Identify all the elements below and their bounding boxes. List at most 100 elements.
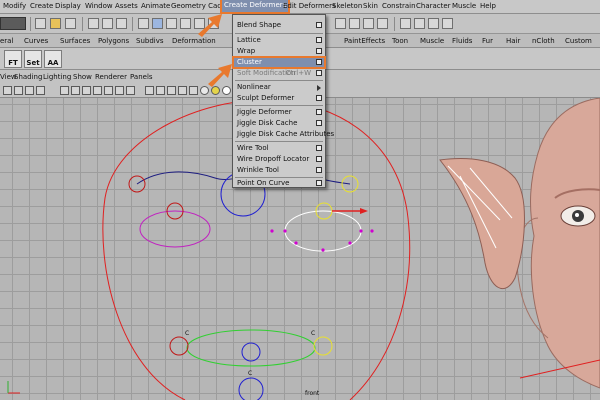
option-box-icon[interactable] xyxy=(316,37,322,43)
menu-item-blend-shape[interactable]: Blend Shape xyxy=(233,20,325,31)
menu-character[interactable]: Character xyxy=(416,2,451,10)
tab-polygons[interactable]: Polygons xyxy=(98,37,129,45)
select-by-curve-icon[interactable] xyxy=(166,18,177,29)
tab-custom[interactable]: Custom xyxy=(565,37,592,45)
camera-grid-icon[interactable] xyxy=(36,86,45,95)
save-scene-icon[interactable] xyxy=(65,18,76,29)
tab-deformation[interactable]: Deformation xyxy=(172,37,216,45)
select-component-icon[interactable] xyxy=(116,18,127,29)
menu-skeleton[interactable]: Skeleton xyxy=(332,2,362,10)
image-plane-icon[interactable] xyxy=(25,86,34,95)
option-box-icon[interactable] xyxy=(316,59,322,65)
history-icon[interactable] xyxy=(400,18,411,29)
tab-muscle[interactable]: Muscle xyxy=(420,37,444,45)
ipr-render-icon[interactable] xyxy=(428,18,439,29)
panel-menu-panels[interactable]: Panels xyxy=(130,73,153,81)
menu-constrain[interactable]: Constrain xyxy=(382,2,416,10)
option-box-icon[interactable] xyxy=(316,180,322,186)
menu-item-sculpt-deformer[interactable]: Sculpt Deformer xyxy=(233,93,325,104)
menu-item-nonlinear[interactable]: Nonlinear xyxy=(233,82,325,93)
eye-cvs xyxy=(270,229,374,252)
tab-surfaces[interactable]: Surfaces xyxy=(60,37,90,45)
tab-curves[interactable]: Curves xyxy=(24,37,48,45)
menu-item-wire-tool[interactable]: Wire Tool xyxy=(233,143,325,154)
menu-edit-deformers[interactable]: Edit Deformers xyxy=(283,2,336,10)
option-box-icon[interactable] xyxy=(316,22,322,28)
option-box-icon[interactable] xyxy=(316,109,322,115)
smooth-shade-icon[interactable] xyxy=(71,86,80,95)
menu-item-jiggle-disk-cache[interactable]: Jiggle Disk Cache xyxy=(233,118,325,129)
open-scene-icon[interactable] xyxy=(50,18,61,29)
textured-icon[interactable] xyxy=(93,86,102,95)
menu-item-point-on-curve[interactable]: Point On Curve xyxy=(233,178,325,189)
shelf-button-ft[interactable]: FT xyxy=(4,50,22,68)
toolbar-divider xyxy=(132,17,133,31)
tab-hair[interactable]: Hair xyxy=(506,37,520,45)
option-box-icon[interactable] xyxy=(316,70,322,76)
film-gate-icon[interactable] xyxy=(178,86,187,95)
use-lights-icon[interactable] xyxy=(104,86,113,95)
snap-to-grid-icon[interactable] xyxy=(335,18,346,29)
shelf-button-aa[interactable]: AA xyxy=(44,50,62,68)
menu-animate[interactable]: Animate xyxy=(141,2,170,10)
select-object-icon[interactable] xyxy=(102,18,113,29)
select-by-surface-icon[interactable] xyxy=(180,18,191,29)
select-by-handle-icon[interactable] xyxy=(138,18,149,29)
tab-subdivs[interactable]: Subdivs xyxy=(136,37,164,45)
menu-item-label: Wrap xyxy=(237,47,256,55)
panel-menu-show[interactable]: Show xyxy=(73,73,92,81)
snap-to-view-plane-icon[interactable] xyxy=(377,18,388,29)
panel-menu-renderer[interactable]: Renderer xyxy=(95,73,127,81)
render-settings-icon[interactable] xyxy=(442,18,453,29)
menu-assets[interactable]: Assets xyxy=(115,2,138,10)
wireframe-on-shaded-icon[interactable] xyxy=(82,86,91,95)
tab-general[interactable]: eral xyxy=(0,37,13,45)
xray-icon[interactable] xyxy=(126,86,135,95)
menu-display[interactable]: Display xyxy=(55,2,81,10)
grid-toggle-icon[interactable] xyxy=(156,86,165,95)
option-box-icon[interactable] xyxy=(316,48,322,54)
menu-item-jiggle-deformer[interactable]: Jiggle Deformer xyxy=(233,107,325,118)
menu-item-lattice[interactable]: Lattice xyxy=(233,35,325,46)
panel-menu-lighting[interactable]: Lighting xyxy=(43,73,71,81)
menu-create-deformers[interactable]: Create Deformers xyxy=(219,0,291,14)
menu-item-cluster[interactable]: Cluster xyxy=(232,56,326,69)
menu-muscle[interactable]: Muscle xyxy=(452,2,476,10)
resolution-gate-icon[interactable] xyxy=(167,86,176,95)
menu-item-wire-dropoff-locator[interactable]: Wire Dropoff Locator xyxy=(233,154,325,165)
menu-item-wrap[interactable]: Wrap xyxy=(233,46,325,57)
menu-set-dropdown[interactable] xyxy=(0,17,26,30)
camera-bookmark-icon[interactable] xyxy=(14,86,23,95)
tab-ncloth[interactable]: nCloth xyxy=(532,37,555,45)
render-icon[interactable] xyxy=(414,18,425,29)
tab-fluids[interactable]: Fluids xyxy=(452,37,472,45)
select-hierarchy-icon[interactable] xyxy=(88,18,99,29)
tab-fur[interactable]: Fur xyxy=(482,37,493,45)
snap-to-curve-icon[interactable] xyxy=(349,18,360,29)
option-box-icon[interactable] xyxy=(316,156,322,162)
wireframe-icon[interactable] xyxy=(60,86,69,95)
shelf-button-set[interactable]: Set xyxy=(24,50,42,68)
tab-toon[interactable]: Toon xyxy=(392,37,408,45)
menu-window[interactable]: Window xyxy=(85,2,113,10)
tab-painteffects[interactable]: PaintEffects xyxy=(344,37,385,45)
shadows-icon[interactable] xyxy=(115,86,124,95)
menu-item-wrinkle-tool[interactable]: Wrinkle Tool xyxy=(233,165,325,176)
menu-help[interactable]: Help xyxy=(480,2,496,10)
menu-modify[interactable]: Modify xyxy=(3,2,26,10)
option-box-icon[interactable] xyxy=(316,95,322,101)
safe-action-icon[interactable] xyxy=(189,86,198,95)
option-box-icon[interactable] xyxy=(316,145,322,151)
snap-to-point-icon[interactable] xyxy=(363,18,374,29)
menu-skin[interactable]: Skin xyxy=(363,2,378,10)
new-scene-icon[interactable] xyxy=(35,18,46,29)
menu-item-soft-modification[interactable]: Soft Modification Ctrl+W xyxy=(233,68,325,79)
menu-item-jiggle-disk-cache-attributes[interactable]: Jiggle Disk Cache Attributes xyxy=(233,129,334,140)
option-box-icon[interactable] xyxy=(316,167,322,173)
panel-menu-shading[interactable]: Shading xyxy=(14,73,42,81)
isolate-select-icon[interactable] xyxy=(145,86,154,95)
camera-attributes-icon[interactable] xyxy=(3,86,12,95)
select-by-joint-icon[interactable] xyxy=(152,18,163,29)
menu-create[interactable]: Create xyxy=(30,2,53,10)
option-box-icon[interactable] xyxy=(316,120,322,126)
